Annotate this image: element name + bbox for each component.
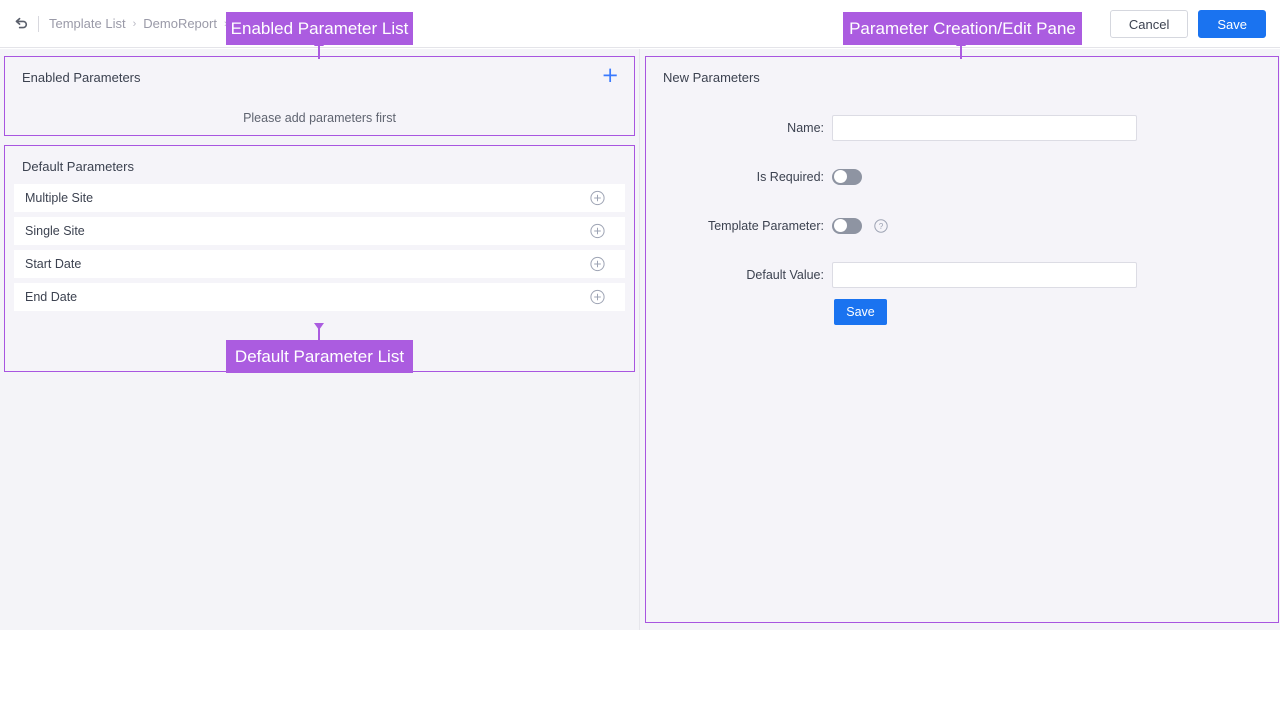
annotation-leader-line xyxy=(960,45,962,59)
breadcrumb-item-template-list[interactable]: Template List xyxy=(49,16,126,31)
form-actions: Save xyxy=(646,299,1278,325)
new-parameters-panel: New Parameters Name: Is Required: Templa… xyxy=(645,56,1279,623)
list-item-label: Single Site xyxy=(25,224,85,238)
svg-text:?: ? xyxy=(879,222,884,231)
annotation-default-parameter-list: Default Parameter List xyxy=(226,340,413,373)
default-parameters-title: Default Parameters xyxy=(5,146,634,174)
is-required-toggle[interactable] xyxy=(832,169,862,185)
annotation-arrowhead-icon xyxy=(314,323,324,330)
toggle-knob xyxy=(834,170,847,183)
enabled-parameters-title: Enabled Parameters xyxy=(5,57,634,85)
right-column: New Parameters Name: Is Required: Templa… xyxy=(641,49,1280,630)
new-parameters-title: New Parameters xyxy=(646,57,1278,85)
back-arrow-icon[interactable] xyxy=(12,15,30,33)
annotation-enabled-parameter-list: Enabled Parameter List xyxy=(226,12,413,45)
circle-plus-icon[interactable] xyxy=(590,191,605,206)
list-item[interactable]: End Date xyxy=(14,283,625,311)
field-row-template-parameter: Template Parameter: ? xyxy=(646,201,1278,250)
cancel-button[interactable]: Cancel xyxy=(1110,10,1188,38)
template-parameter-label: Template Parameter: xyxy=(646,219,832,233)
plus-icon[interactable]: + xyxy=(601,68,619,82)
circle-plus-icon[interactable] xyxy=(590,224,605,239)
field-row-name: Name: xyxy=(646,103,1278,152)
new-parameter-form: Name: Is Required: Template Parameter: xyxy=(646,103,1278,325)
breadcrumb-separator-icon: › xyxy=(133,18,137,30)
is-required-label: Is Required: xyxy=(646,170,832,184)
breadcrumb-item-demoreport[interactable]: DemoReport xyxy=(143,16,217,31)
default-value-label: Default Value: xyxy=(646,268,832,282)
annotation-leader-line xyxy=(318,45,320,59)
save-button[interactable]: Save xyxy=(1198,10,1266,38)
field-row-default-value: Default Value: xyxy=(646,250,1278,299)
list-item[interactable]: Single Site xyxy=(14,217,625,245)
top-bar: Template List › DemoReport › Glo Cancel … xyxy=(0,0,1280,48)
list-item-label: End Date xyxy=(25,290,77,304)
default-value-input[interactable] xyxy=(832,262,1137,288)
list-item-label: Multiple Site xyxy=(25,191,93,205)
enabled-parameters-panel: Enabled Parameters + Please add paramete… xyxy=(4,56,635,136)
field-row-is-required: Is Required: xyxy=(646,152,1278,201)
annotation-parameter-creation-pane: Parameter Creation/Edit Pane xyxy=(843,12,1082,45)
list-item[interactable]: Multiple Site xyxy=(14,184,625,212)
parameter-settings-screen: Template List › DemoReport › Glo Cancel … xyxy=(0,0,1280,720)
question-circle-icon[interactable]: ? xyxy=(874,219,888,233)
circle-plus-icon[interactable] xyxy=(590,290,605,305)
template-parameter-toggle[interactable] xyxy=(832,218,862,234)
toolbar-divider xyxy=(38,16,39,32)
circle-plus-icon[interactable] xyxy=(590,257,605,272)
name-field-label: Name: xyxy=(646,121,832,135)
top-bar-actions: Cancel Save xyxy=(1110,0,1266,48)
form-save-button[interactable]: Save xyxy=(834,299,887,325)
list-item-label: Start Date xyxy=(25,257,81,271)
toggle-knob xyxy=(834,219,847,232)
list-item[interactable]: Start Date xyxy=(14,250,625,278)
default-parameters-list: Multiple Site Single Site xyxy=(14,184,625,311)
name-input[interactable] xyxy=(832,115,1137,141)
enabled-parameters-empty-hint: Please add parameters first xyxy=(5,111,634,125)
content-area: Enabled Parameters + Please add paramete… xyxy=(0,49,1280,630)
